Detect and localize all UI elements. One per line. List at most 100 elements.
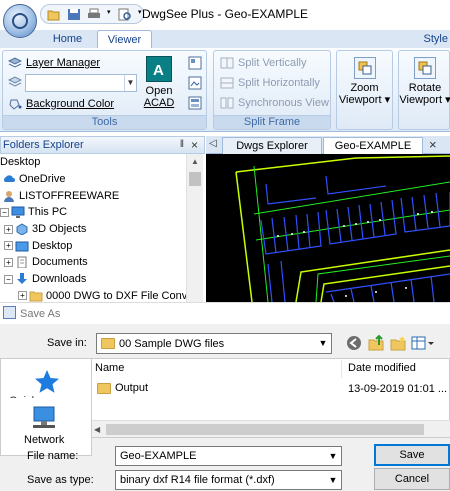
tree-item-desktop[interactable]: Desktop [0, 154, 205, 171]
split-vertically-button[interactable]: Split Vertically [220, 57, 306, 69]
svg-text:A: A [153, 62, 164, 79]
road-line [315, 255, 450, 302]
save-as-type-select[interactable]: binary dxf R14 file format (*.dxf) ▼ [115, 470, 342, 490]
road-line [253, 181, 450, 215]
cube-icon [15, 223, 29, 236]
desktop-folder-icon [15, 240, 29, 252]
open-acad-button[interactable]: A Open ACAD [142, 56, 176, 109]
chevron-down-icon: ▼ [318, 338, 328, 348]
zoom-viewport-label-line2: Viewport ▾ [338, 94, 391, 106]
expand-icon[interactable]: + [4, 224, 13, 234]
network-place[interactable] [31, 405, 59, 434]
layer-stack-icon [7, 76, 23, 88]
column-divider[interactable] [341, 360, 342, 378]
file-row-output[interactable]: Output [97, 382, 148, 394]
scroll-thumb[interactable] [106, 424, 424, 435]
rotate-viewport-button[interactable]: Rotate Viewport ▾ [398, 57, 450, 106]
background-color-button[interactable]: Background Color [8, 98, 114, 110]
folder-icon [97, 382, 111, 394]
scroll-up-icon[interactable]: ▲ [187, 154, 203, 170]
quick-access-place[interactable] [33, 369, 61, 398]
tab-geo-example[interactable]: Geo-EXAMPLE [323, 137, 423, 154]
tree-item-label: Desktop [0, 156, 41, 169]
places-bar: Quick access Network [0, 358, 92, 456]
pin-icon[interactable]: ‖ [180, 137, 184, 153]
frame-icon-3[interactable] [188, 96, 202, 110]
tree-item-this-pc[interactable]: − This PC [0, 204, 205, 221]
tree-item-downloads[interactable]: − Downloads [0, 271, 205, 288]
split-horizontally-label: Split Horizontally [238, 77, 320, 89]
file-name-input[interactable]: Geo-EXAMPLE ▼ [115, 446, 342, 466]
tree-item-documents[interactable]: + Documents [0, 254, 205, 271]
split-vertical-icon [220, 57, 234, 69]
save-button[interactable]: Save [374, 444, 450, 466]
save-in-select[interactable]: 00 Sample DWG files ▼ [96, 333, 332, 354]
file-name: Output [115, 382, 149, 394]
layer-manager-button[interactable]: Layer Manager [7, 57, 100, 69]
expand-icon[interactable]: + [4, 257, 13, 267]
file-name-label: File name: [27, 450, 79, 462]
split-horizontally-button[interactable]: Split Horizontally [220, 77, 320, 89]
tab-nav-prev-icon[interactable]: ◁ [209, 138, 217, 149]
close-tab-icon[interactable]: × [429, 137, 437, 152]
zoom-viewport-label-line1: Zoom [350, 82, 379, 94]
save-in-label: Save in: [47, 337, 87, 349]
expand-icon[interactable]: + [4, 241, 13, 251]
collapse-icon[interactable]: − [4, 274, 13, 284]
tree-item-user[interactable]: LISTOFFREEWARE [0, 187, 205, 204]
application-menu-button[interactable] [3, 4, 37, 38]
computer-icon [11, 206, 25, 219]
parcel-boundary [235, 171, 253, 302]
scroll-thumb[interactable] [189, 172, 201, 186]
tab-home[interactable]: Home [40, 30, 95, 48]
scroll-left-icon[interactable]: ◀ [94, 421, 100, 438]
file-list-scrollbar[interactable]: ◀ [92, 420, 450, 437]
synchronous-view-button[interactable]: Synchronous View [220, 97, 329, 109]
tree-item-label: Desktop [32, 239, 73, 252]
tree-item-label: 0000 DWG to DXF File Conv [46, 289, 188, 302]
file-date: 13-09-2019 01:01 ... [348, 383, 448, 395]
rotate-viewport-label-line1: Rotate [408, 82, 442, 94]
background-color-label: Background Color [26, 98, 115, 110]
frame-icon-1[interactable] [188, 56, 202, 70]
folders-explorer-title: Folders Explorer [3, 139, 84, 151]
close-icon[interactable]: × [191, 137, 198, 153]
tree-scrollbar[interactable]: ▲ [186, 154, 203, 302]
layer-select[interactable]: ▼ [25, 74, 137, 92]
save-dialog-title: Save As [20, 308, 61, 320]
folder-tree: Desktop OneDrive LISTOFFREEWARE − This P… [0, 154, 205, 302]
open-acad-label-line1: Open [145, 85, 173, 97]
zoom-viewport-button[interactable]: Zoom Viewport ▾ [336, 57, 393, 106]
layers-icon [7, 57, 23, 69]
column-header-date[interactable]: Date modified [348, 362, 416, 374]
column-header-name[interactable]: Name [95, 362, 124, 374]
tree-item-desktop-pc[interactable]: + Desktop [0, 237, 205, 254]
tree-item-3d-objects[interactable]: + 3D Objects [0, 221, 205, 238]
tree-item-label: 3D Objects [32, 223, 87, 236]
expand-icon[interactable]: + [18, 291, 27, 301]
cloud-icon [2, 173, 16, 185]
tree-item-label: This PC [28, 206, 68, 219]
parcel-boundary [235, 155, 450, 173]
up-folder-icon[interactable] [368, 334, 384, 354]
tab-dwgs-explorer[interactable]: Dwgs Explorer [222, 137, 322, 154]
view-menu-icon[interactable] [411, 335, 435, 354]
frame-icon-2[interactable] [188, 76, 202, 90]
style-menu[interactable]: Style [424, 33, 448, 45]
folders-explorer-header: Folders Explorer ‖ × [0, 136, 205, 154]
tree-item-dwg-folder[interactable]: + 0000 DWG to DXF File Conv [0, 288, 205, 303]
open-acad-label-line2: ACAD [143, 97, 175, 109]
new-folder-icon[interactable] [390, 335, 406, 354]
drawing-canvas[interactable] [206, 154, 450, 302]
network-label: Network [24, 434, 65, 446]
file-name-value: Geo-EXAMPLE [120, 450, 197, 462]
cancel-button[interactable]: Cancel [374, 468, 450, 490]
star-icon [35, 370, 59, 393]
tree-item-label: OneDrive [19, 173, 66, 186]
tab-viewer[interactable]: Viewer [97, 30, 152, 48]
tree-item-label: Documents [32, 256, 88, 269]
back-icon[interactable] [346, 335, 362, 354]
collapse-icon[interactable]: − [0, 207, 9, 217]
tree-item-onedrive[interactable]: OneDrive [0, 171, 205, 188]
tools-group-label: Tools [3, 115, 206, 129]
